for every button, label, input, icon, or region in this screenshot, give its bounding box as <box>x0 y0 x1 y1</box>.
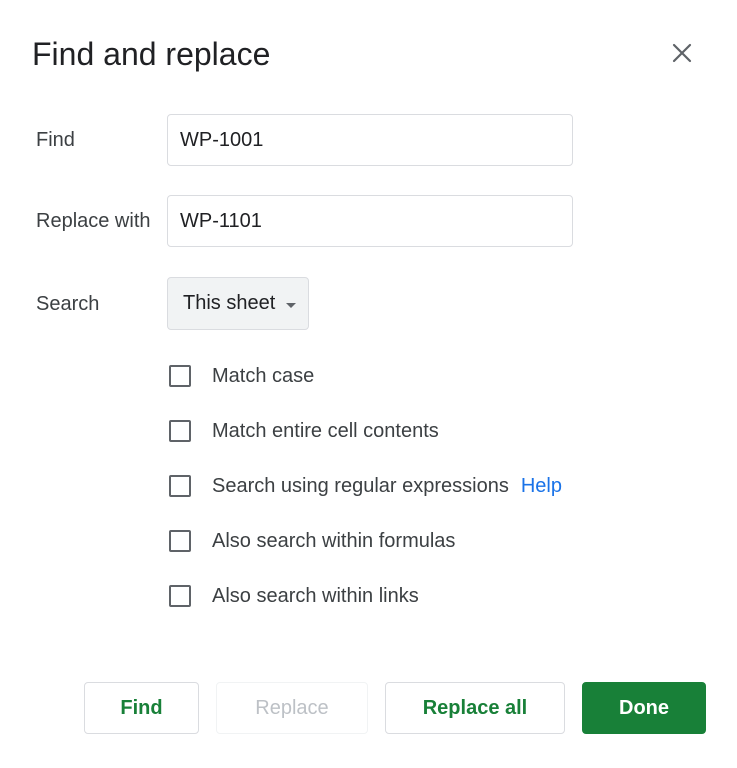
replace-button: Replace <box>216 682 368 734</box>
regex-checkbox[interactable] <box>169 475 191 497</box>
find-replace-dialog: Find and replace Find Replace with Searc… <box>0 0 737 768</box>
replace-all-button[interactable]: Replace all <box>385 682 565 734</box>
links-label[interactable]: Also search within links <box>212 585 419 608</box>
search-scope-select[interactable]: This sheet <box>167 277 309 330</box>
option-regex: Search using regular expressions Help <box>167 471 562 501</box>
find-label: Find <box>36 129 75 151</box>
option-match-entire: Match entire cell contents <box>167 416 439 446</box>
find-input[interactable] <box>167 114 573 166</box>
option-links: Also search within links <box>167 581 419 611</box>
close-icon <box>672 43 692 63</box>
links-checkbox[interactable] <box>169 585 191 607</box>
close-button[interactable] <box>662 33 702 73</box>
dialog-title: Find and replace <box>32 36 271 72</box>
match-entire-label[interactable]: Match entire cell contents <box>212 420 439 443</box>
search-scope-value: This sheet <box>183 292 276 314</box>
formulas-label[interactable]: Also search within formulas <box>212 530 455 553</box>
match-case-checkbox[interactable] <box>169 365 191 387</box>
dropdown-arrow-icon <box>285 292 297 315</box>
option-formulas: Also search within formulas <box>167 526 455 556</box>
regex-help-link[interactable]: Help <box>521 475 562 498</box>
match-case-label[interactable]: Match case <box>212 365 314 388</box>
find-button[interactable]: Find <box>84 682 199 734</box>
regex-label[interactable]: Search using regular expressions <box>212 475 509 498</box>
option-match-case: Match case <box>167 361 314 391</box>
match-entire-checkbox[interactable] <box>169 420 191 442</box>
replace-input[interactable] <box>167 195 573 247</box>
replace-label: Replace with <box>36 210 151 232</box>
done-button[interactable]: Done <box>582 682 706 734</box>
formulas-checkbox[interactable] <box>169 530 191 552</box>
search-label: Search <box>36 293 100 315</box>
